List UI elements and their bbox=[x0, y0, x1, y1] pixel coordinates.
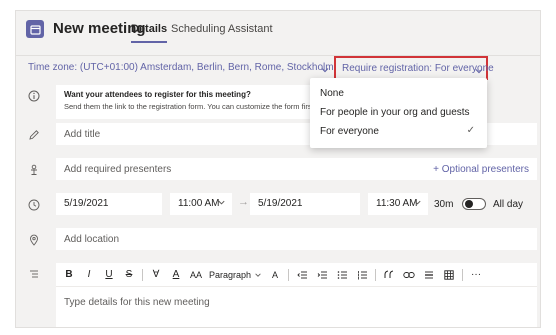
require-registration-dropdown[interactable]: Require registration: For everyone bbox=[334, 56, 494, 80]
option-none[interactable]: None bbox=[310, 84, 487, 104]
font-color-button[interactable]: A bbox=[169, 267, 183, 283]
decrease-indent-icon[interactable] bbox=[295, 267, 309, 283]
clear-formatting-label: A bbox=[272, 269, 279, 280]
option-org-and-guests[interactable]: For people in your org and guests bbox=[310, 103, 487, 123]
paragraph-dropdown[interactable]: Paragraph bbox=[209, 267, 262, 283]
arrow-right-icon: → bbox=[238, 196, 249, 208]
all-day-toggle[interactable] bbox=[462, 198, 486, 210]
timezone-bar: Time zone: (UTC+01:00) Amsterdam, Berlin… bbox=[16, 55, 540, 80]
info-icon bbox=[26, 88, 42, 104]
font-size-button[interactable]: AA bbox=[189, 267, 203, 283]
header: New meeting Details Scheduling Assistant bbox=[16, 11, 540, 47]
end-time-select[interactable]: 11:30 AM bbox=[368, 193, 428, 215]
clear-formatting-button[interactable]: A bbox=[268, 267, 282, 283]
chevron-down-icon bbox=[217, 198, 226, 210]
start-time-select[interactable]: 11:00 AM bbox=[170, 193, 232, 215]
numbered-list-icon[interactable] bbox=[355, 267, 369, 283]
highlight-button[interactable]: ∀ bbox=[149, 267, 163, 283]
option-everyone[interactable]: For everyone ✓ bbox=[310, 122, 487, 142]
horizontal-rule-icon[interactable] bbox=[422, 267, 436, 283]
tab-scheduling-assistant[interactable]: Scheduling Assistant bbox=[171, 23, 273, 35]
checkmark-icon: ✓ bbox=[466, 125, 475, 136]
toolbar-divider bbox=[142, 268, 143, 281]
location-input[interactable]: Add location bbox=[56, 228, 537, 250]
italic-button[interactable]: I bbox=[82, 267, 96, 283]
strikethrough-button[interactable]: S bbox=[122, 267, 136, 283]
toolbar-divider bbox=[462, 268, 464, 281]
chevron-down-icon bbox=[255, 272, 261, 277]
table-icon[interactable] bbox=[442, 267, 456, 283]
paragraph-label: Paragraph bbox=[209, 269, 252, 280]
presenter-icon bbox=[26, 162, 42, 178]
optional-presenters-link[interactable]: + Optional presenters bbox=[433, 164, 529, 175]
details-editor[interactable]: B I U S ∀ A AA Paragraph A ··· Type deta… bbox=[56, 263, 537, 327]
link-icon[interactable] bbox=[402, 267, 416, 283]
start-date-input[interactable]: 5/19/2021 bbox=[56, 193, 162, 215]
toggle-knob bbox=[465, 200, 473, 208]
all-day-label: All day bbox=[493, 199, 524, 210]
info-body: Send them the link to the registration f… bbox=[64, 102, 318, 111]
end-time-value: 11:30 AM bbox=[376, 198, 418, 209]
end-date-input[interactable]: 5/19/2021 bbox=[250, 193, 360, 215]
toolbar-divider bbox=[288, 268, 290, 281]
option-label: For everyone bbox=[320, 126, 379, 137]
calendar-icon bbox=[26, 20, 44, 38]
pencil-icon bbox=[26, 127, 42, 143]
bold-button[interactable]: B bbox=[62, 267, 76, 283]
option-label: For people in your org and guests bbox=[320, 107, 470, 118]
presenters-placeholder: Add required presenters bbox=[64, 164, 172, 175]
increase-indent-icon[interactable] bbox=[315, 267, 329, 283]
toolbar-divider bbox=[375, 268, 377, 281]
text-lines-icon bbox=[26, 266, 42, 282]
formatting-toolbar: B I U S ∀ A AA Paragraph A ··· bbox=[56, 263, 537, 287]
timezone-selector[interactable]: Time zone: (UTC+01:00) Amsterdam, Berlin… bbox=[28, 62, 370, 73]
require-registration-label: Require registration: For everyone bbox=[342, 63, 494, 74]
location-pin-icon bbox=[26, 232, 42, 248]
more-options-button[interactable]: ··· bbox=[469, 267, 483, 283]
details-placeholder: Type details for this new meeting bbox=[64, 297, 210, 308]
quote-icon[interactable] bbox=[382, 267, 396, 283]
start-time-value: 11:00 AM bbox=[178, 198, 220, 209]
clock-icon bbox=[26, 197, 42, 213]
bulleted-list-icon[interactable] bbox=[335, 267, 349, 283]
underline-button[interactable]: U bbox=[102, 267, 116, 283]
registration-dropdown-menu: None For people in your org and guests F… bbox=[310, 78, 487, 148]
duration-label: 30m bbox=[434, 199, 454, 210]
meeting-window: New meeting Details Scheduling Assistant… bbox=[15, 10, 541, 328]
registration-info-banner: Want your attendees to register for this… bbox=[56, 85, 326, 119]
info-title: Want your attendees to register for this… bbox=[64, 90, 251, 99]
presenters-input[interactable]: Add required presenters + Optional prese… bbox=[56, 158, 537, 180]
tab-details[interactable]: Details bbox=[131, 23, 168, 43]
option-label: None bbox=[320, 88, 344, 99]
chevron-down-icon bbox=[413, 198, 422, 210]
